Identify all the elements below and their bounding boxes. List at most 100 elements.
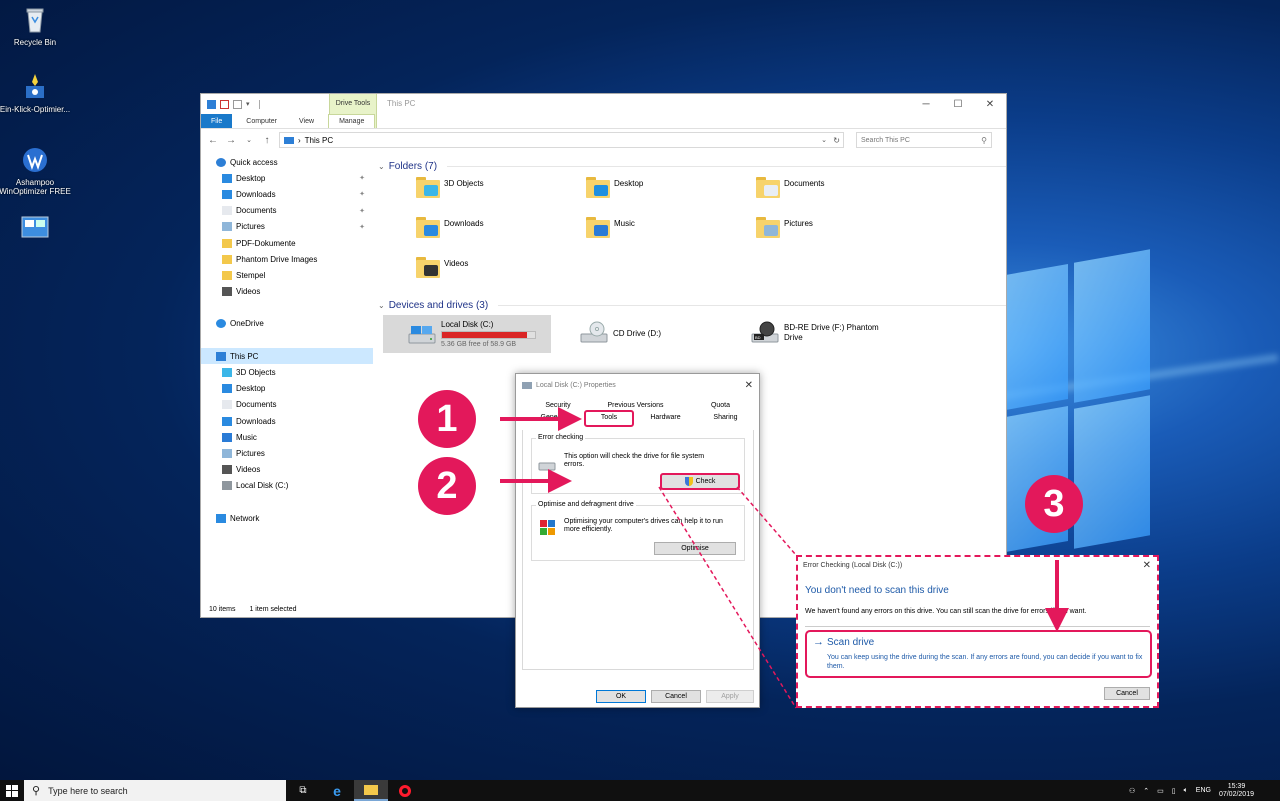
battery-icon[interactable]: ▯ — [1172, 787, 1176, 795]
nav-item[interactable]: Documents ✦ — [201, 203, 373, 219]
folder-tile[interactable]: Documents — [756, 176, 824, 198]
nav-item-label: Stempel — [236, 270, 266, 280]
scan-drive-option[interactable]: → Scan drive You can keep using the driv… — [805, 630, 1152, 678]
taskbar-edge[interactable]: e — [320, 780, 354, 801]
nav-item[interactable]: Videos — [201, 284, 373, 300]
nav-item[interactable]: Pictures — [201, 445, 373, 461]
search-input[interactable]: Search This PC ⚲ — [856, 132, 992, 148]
drive-tile-f[interactable]: BD BD-RE Drive (F:) Phantom Drive — [750, 321, 890, 345]
desktop-icon-control-panel[interactable] — [0, 215, 75, 248]
tools-tab-panel: Error checking This option will check th… — [522, 430, 754, 670]
nav-item-label: Videos — [236, 465, 261, 475]
taskbar-search-input[interactable]: ⚲ Type here to search — [24, 780, 286, 801]
nav-item[interactable]: Network — [201, 510, 373, 526]
folder-tile[interactable]: Pictures — [756, 216, 813, 238]
tab-computer[interactable]: Computer — [232, 114, 291, 128]
tab-general[interactable]: General — [528, 414, 578, 421]
back-arrow-icon[interactable]: ← — [207, 135, 219, 146]
nav-item[interactable]: Downloads ✦ — [201, 186, 373, 202]
folder-tile[interactable]: Downloads — [416, 216, 484, 238]
folders-group-header[interactable]: ⌄ Folders (7) — [376, 158, 1006, 174]
download-icon — [222, 416, 232, 426]
tab-view[interactable]: View — [291, 114, 322, 128]
cancel-button[interactable]: Cancel — [1104, 687, 1150, 700]
nav-item[interactable]: Videos — [201, 462, 373, 478]
drive-tile-d[interactable]: CD Drive (D:) — [579, 321, 661, 345]
nav-item[interactable]: Stempel — [201, 267, 373, 283]
nav-item[interactable]: Phantom Drive Images — [201, 251, 373, 267]
folder-name: Desktop — [614, 178, 644, 188]
network-icon[interactable]: ▭ — [1157, 787, 1164, 795]
recent-chevron-icon[interactable]: ⌄ — [243, 136, 255, 144]
tab-manage[interactable]: Manage — [328, 114, 376, 128]
folder-tile[interactable]: Desktop — [586, 176, 643, 198]
language-indicator[interactable]: ENG — [1196, 787, 1211, 794]
properties-icon[interactable] — [220, 99, 229, 109]
folder-tile[interactable]: Music — [586, 216, 635, 238]
chevron-down-icon[interactable]: ▾ — [246, 100, 255, 109]
new-folder-icon[interactable] — [233, 99, 242, 109]
clock[interactable]: 15:39 07/02/2019 — [1219, 783, 1254, 799]
tab-hardware[interactable]: Hardware — [638, 414, 693, 421]
folder-tile[interactable]: Videos — [416, 256, 468, 278]
desktop-icon-one-click-optimizer[interactable]: Ein-Klick-Optimier... — [0, 72, 75, 114]
desktop-icon-ashampoo[interactable]: Ashampoo WinOptimizer FREE — [0, 145, 75, 196]
nav-item[interactable]: Local Disk (C:) — [201, 478, 373, 494]
devices-group-header[interactable]: ⌄ Devices and drives (3) — [376, 297, 1006, 313]
tab-security[interactable]: Security — [528, 402, 588, 409]
taskbar: ⚲ Type here to search ⧉ e ⚇ ⌃ ▭ ▯ 🔈︎ ENG… — [0, 780, 1280, 801]
people-icon[interactable]: ⚇ — [1129, 787, 1135, 795]
breadcrumb-this-pc[interactable]: This PC — [305, 136, 333, 145]
minimize-icon[interactable]: ─ — [910, 94, 942, 114]
maximize-icon[interactable]: ☐ — [942, 94, 974, 114]
address-bar[interactable]: › This PC ⌄ ↻ — [279, 132, 844, 148]
close-icon[interactable]: ✕ — [1143, 560, 1151, 571]
folder-name: Documents — [784, 178, 825, 188]
tab-previous-versions[interactable]: Previous Versions — [588, 402, 683, 409]
close-icon[interactable]: ✕ — [745, 380, 753, 391]
folder-tile[interactable]: 3D Objects — [416, 176, 484, 198]
ashampoo-icon — [20, 145, 50, 175]
nav-item[interactable]: Documents — [201, 397, 373, 413]
status-selection: 1 item selected — [249, 606, 297, 613]
tab-tools[interactable]: Tools — [584, 410, 634, 427]
nav-item[interactable]: Downloads — [201, 413, 373, 429]
apply-button[interactable]: Apply — [706, 690, 754, 703]
folder-icon — [416, 176, 440, 198]
tab-file[interactable]: File — [201, 114, 233, 128]
nav-item[interactable]: This PC — [201, 348, 373, 365]
desktop-icon-label: Ein-Klick-Optimier... — [0, 105, 71, 114]
tab-sharing[interactable]: Sharing — [693, 414, 758, 421]
desktop-icon-recycle-bin[interactable]: Recycle Bin — [0, 5, 75, 47]
nav-item[interactable]: Desktop ✦ — [201, 170, 373, 186]
optimise-button[interactable]: Optimise — [654, 542, 736, 555]
nav-item[interactable]: OneDrive — [201, 316, 373, 332]
drive-tile-c[interactable]: Local Disk (C:) 5.36 GB free of 58.9 GB — [383, 315, 551, 353]
computer-icon[interactable] — [207, 99, 216, 109]
taskbar-file-explorer[interactable] — [354, 780, 388, 801]
close-icon[interactable]: ✕ — [974, 94, 1006, 114]
refresh-icon[interactable]: ↻ — [833, 136, 840, 145]
nav-item[interactable]: Desktop — [201, 381, 373, 397]
nav-item[interactable]: Music — [201, 429, 373, 445]
nav-item[interactable]: PDF-Dokumente — [201, 235, 373, 251]
shield-icon — [684, 477, 693, 486]
nav-item[interactable]: 3D Objects — [201, 364, 373, 380]
ok-button[interactable]: OK — [596, 690, 646, 703]
check-button[interactable]: Check — [660, 473, 740, 490]
taskbar-opera[interactable] — [388, 780, 422, 801]
folder-name: 3D Objects — [444, 178, 484, 188]
start-button[interactable] — [0, 780, 24, 801]
chevron-up-icon[interactable]: ⌃ — [1143, 787, 1149, 795]
nav-item[interactable]: Quick access — [201, 154, 373, 170]
chevron-down-icon[interactable]: ⌄ — [821, 136, 827, 144]
task-view-button[interactable]: ⧉ — [286, 780, 320, 801]
tab-quota[interactable]: Quota — [683, 402, 758, 409]
volume-icon[interactable]: 🔈︎ — [1184, 787, 1188, 795]
nav-item[interactable]: Pictures ✦ — [201, 219, 373, 235]
forward-arrow-icon[interactable]: → — [225, 135, 237, 146]
up-arrow-icon[interactable]: ↑ — [261, 135, 273, 146]
cancel-button[interactable]: Cancel — [651, 690, 701, 703]
nav-item-label: PDF-Dokumente — [236, 238, 296, 248]
